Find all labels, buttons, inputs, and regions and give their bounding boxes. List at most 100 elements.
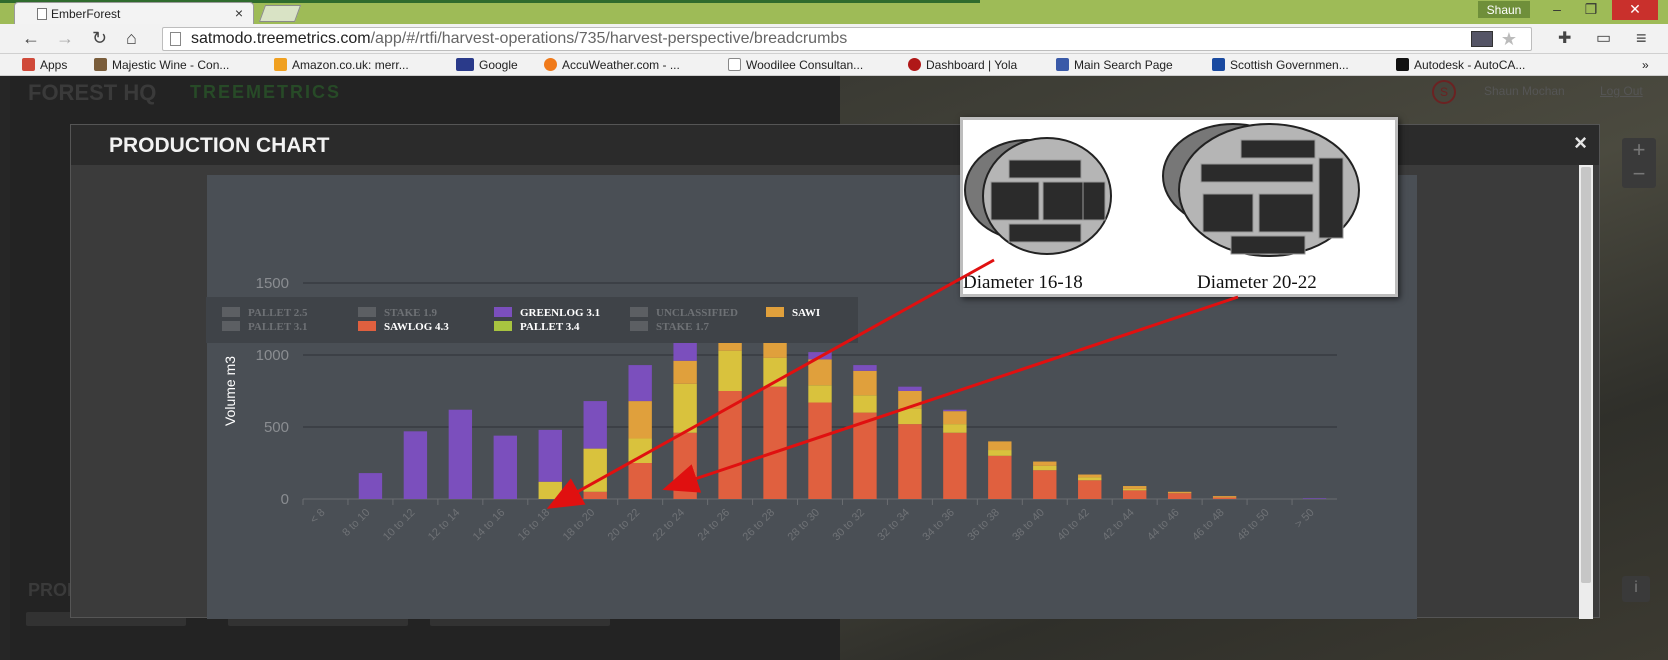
log-cross-section-graphic xyxy=(964,123,1360,257)
legend-item[interactable]: UNCLASSIFIED xyxy=(630,307,738,319)
x-tick-label: 22 to 24 xyxy=(651,507,688,544)
tab-close-icon[interactable]: × xyxy=(235,5,243,21)
legend-item[interactable]: PALLET 3.1 xyxy=(222,321,308,333)
y-tick-label: 1500 xyxy=(256,275,289,292)
bar-segment xyxy=(1212,497,1237,499)
bar-segment xyxy=(583,448,607,492)
bar-segment xyxy=(1033,461,1057,466)
x-tick-label: 40 to 42 xyxy=(1055,507,1092,544)
map-info-icon[interactable]: i xyxy=(1622,576,1650,602)
bar-segment xyxy=(898,408,922,425)
bookmark-favicon-icon xyxy=(1056,58,1069,71)
bar-segment xyxy=(673,432,697,499)
forward-icon[interactable]: → xyxy=(56,28,74,49)
tab-title: EmberForest xyxy=(51,7,121,21)
x-tick-label: 36 to 38 xyxy=(965,507,1002,544)
x-tick-label: 32 to 34 xyxy=(875,507,912,544)
x-tick-label: 20 to 22 xyxy=(606,507,643,544)
modal-close-icon[interactable]: × xyxy=(1574,130,1587,156)
bookmark-item[interactable]: Google xyxy=(456,58,518,72)
bar-segment xyxy=(583,491,607,499)
back-icon[interactable]: ← xyxy=(22,28,40,49)
bar-segment xyxy=(988,450,1012,456)
apps-icon xyxy=(22,58,35,71)
address-bar[interactable]: satmodo.treemetrics.com/app/#/rtfi/harve… xyxy=(162,27,1532,51)
bookmarks-overflow[interactable]: » xyxy=(1642,58,1649,72)
legend-item[interactable]: GREENLOG 3.1 xyxy=(494,307,600,319)
page-icon xyxy=(170,32,181,46)
brand-sub-logo: TREEMETRICS xyxy=(190,82,342,102)
bookmark-favicon-icon xyxy=(544,58,557,71)
bar-segment xyxy=(538,429,562,482)
x-tick-label: 12 to 14 xyxy=(426,507,463,544)
x-tick-label: 24 to 26 xyxy=(696,507,733,544)
bar-segment xyxy=(943,424,967,433)
bar-segment xyxy=(1123,486,1147,489)
bar-segment xyxy=(1212,496,1237,498)
map-zoom-control[interactable]: + − xyxy=(1622,138,1656,188)
diameter-label-left: Diameter 16-18 xyxy=(963,272,1083,293)
bar-segment xyxy=(943,409,967,412)
modal-scrollbar[interactable] xyxy=(1579,165,1593,619)
bookmark-item[interactable]: Scottish Governmen... xyxy=(1212,58,1349,72)
cast-icon[interactable]: ▭ xyxy=(1596,28,1611,48)
bar-segment xyxy=(808,359,832,386)
bar-segment xyxy=(853,370,877,396)
bar-segment xyxy=(403,431,428,499)
legend-item[interactable]: SAWI xyxy=(766,307,820,319)
bookmark-favicon-icon xyxy=(1396,58,1409,71)
bar-segment xyxy=(763,357,787,387)
bookmark-item[interactable]: Autodesk - AutoCA... xyxy=(1396,58,1525,72)
bar-segment xyxy=(448,409,473,499)
x-tick-label: 18 to 20 xyxy=(561,507,598,544)
legend-item[interactable]: STAKE 1.9 xyxy=(358,307,437,319)
avatar[interactable]: S xyxy=(1432,80,1456,104)
logout-link[interactable]: Log Out xyxy=(1600,84,1643,98)
legend-item[interactable]: STAKE 1.7 xyxy=(630,321,709,333)
browser-tab[interactable]: EmberForest × xyxy=(14,2,254,24)
legend-item[interactable]: PALLET 2.5 xyxy=(222,307,308,319)
bar-segment xyxy=(1078,477,1102,481)
scrollbar-thumb[interactable] xyxy=(1581,167,1591,583)
profile-badge[interactable]: Shaun xyxy=(1478,1,1530,18)
bar-segment xyxy=(583,401,607,449)
x-tick-label: 44 to 46 xyxy=(1145,507,1182,544)
extension-icon[interactable] xyxy=(1471,31,1493,47)
bookmark-item[interactable]: Apps xyxy=(22,58,67,72)
bookmark-star-icon[interactable]: ★ xyxy=(1501,29,1517,50)
bar-segment xyxy=(628,463,652,499)
bookmark-favicon-icon xyxy=(908,58,921,71)
bookmark-favicon-icon xyxy=(1212,58,1225,71)
minimize-button[interactable]: – xyxy=(1540,0,1574,20)
legend-item[interactable]: PALLET 3.4 xyxy=(494,321,580,333)
bookmark-item[interactable]: Woodilee Consultan... xyxy=(728,58,863,72)
bar-segment xyxy=(943,432,967,499)
bar-segment xyxy=(808,352,832,360)
bar-segment xyxy=(1033,470,1057,499)
bookmark-item[interactable]: Amazon.co.uk: merr... xyxy=(274,58,409,72)
bar-segment xyxy=(1167,491,1192,494)
bookmark-item[interactable]: Majestic Wine - Con... xyxy=(94,58,229,72)
bookmark-item[interactable]: Main Search Page xyxy=(1056,58,1173,72)
chart-legend: PALLET 2.5 PALLET 3.1 STAKE 1.9 SAWLOG 4… xyxy=(206,297,858,343)
x-tick-label: 28 to 30 xyxy=(786,507,823,544)
new-tab-button[interactable] xyxy=(258,5,302,22)
close-window-button[interactable]: ✕ xyxy=(1612,0,1658,20)
x-tick-label: 14 to 16 xyxy=(471,507,508,544)
bar-segment xyxy=(718,391,742,499)
reload-icon[interactable]: ↻ xyxy=(92,28,107,49)
puzzle-icon[interactable]: ✚ xyxy=(1558,28,1571,48)
url-path: /app/#/rtfi/harvest-operations/735/harve… xyxy=(370,30,848,47)
bar-segment xyxy=(1167,493,1192,499)
bookmark-item[interactable]: Dashboard | Yola xyxy=(908,58,1017,72)
restore-button[interactable]: ❐ xyxy=(1574,0,1608,20)
bookmark-item[interactable]: AccuWeather.com - ... xyxy=(544,58,680,72)
menu-icon[interactable]: ≡ xyxy=(1636,28,1647,49)
bar-segment xyxy=(1302,498,1327,499)
home-icon[interactable]: ⌂ xyxy=(126,28,137,49)
bar-segment xyxy=(628,401,652,439)
bar-segment xyxy=(898,424,922,499)
legend-item[interactable]: SAWLOG 4.3 xyxy=(358,321,449,333)
browser-toolbar: ← → ↻ ⌂ satmodo.treemetrics.com/app/#/rt… xyxy=(0,24,1668,54)
y-tick-label: 0 xyxy=(281,491,289,508)
